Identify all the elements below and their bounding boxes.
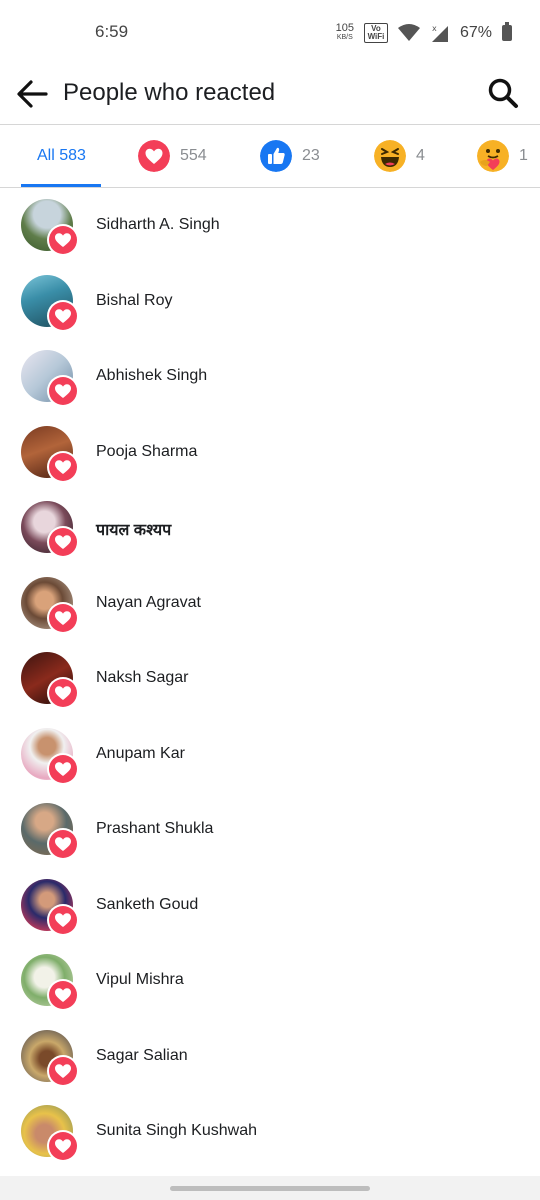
cell-signal-icon: x <box>431 24 448 42</box>
list-item[interactable]: Naksh Sagar <box>0 641 540 717</box>
back-button[interactable] <box>14 76 50 112</box>
like-reaction-icon <box>260 140 292 172</box>
love-badge-icon <box>47 224 79 256</box>
network-speed-unit: KB/S <box>336 34 353 41</box>
tab-love[interactable]: 554 <box>138 125 207 187</box>
status-bar: 6:59 105 KB/S Vo WiFi x 67% <box>0 0 540 66</box>
love-badge-icon <box>47 1130 79 1162</box>
list-item[interactable]: Anupam Kar <box>0 717 540 793</box>
network-speed: 105 KB/S <box>335 22 354 42</box>
list-item[interactable]: Sidharth A. Singh <box>0 188 540 264</box>
list-item[interactable]: Sanketh Goud <box>0 868 540 944</box>
person-name[interactable]: Vipul Mishra <box>96 971 184 989</box>
svg-text:x: x <box>432 24 437 33</box>
love-badge-icon <box>47 450 79 483</box>
person-name[interactable]: Naksh Sagar <box>96 669 189 687</box>
battery-percent: 67% <box>459 24 492 41</box>
person-name[interactable]: पायल कश्यप <box>96 518 171 540</box>
tab-care[interactable]: 1 <box>477 125 528 187</box>
tab-like-count: 23 <box>302 147 320 164</box>
status-icons: 105 KB/S Vo WiFi x 67% <box>336 20 512 46</box>
list-item[interactable]: Sagar Salian <box>0 1019 540 1095</box>
page-title: People who reacted <box>63 79 276 106</box>
love-badge-icon <box>47 903 79 936</box>
love-badge-icon <box>47 526 79 558</box>
love-reaction-icon <box>138 140 170 172</box>
person-name[interactable]: Sanketh Goud <box>96 896 198 914</box>
list-item[interactable]: Sunita Singh Kushwah <box>0 1094 540 1170</box>
list-item[interactable]: पायल कश्यप <box>0 490 540 566</box>
people-list: Sidharth A. Singh Bishal Roy Abhishek Si… <box>0 188 540 1170</box>
vowifi-line2: WiFi <box>367 32 385 41</box>
love-badge-icon <box>47 299 79 332</box>
list-item[interactable]: Bishal Roy <box>0 264 540 340</box>
person-name[interactable]: Prashant Shukla <box>96 820 213 838</box>
tab-care-count: 1 <box>519 147 528 164</box>
vowifi-icon: Vo WiFi <box>363 23 388 43</box>
love-badge-icon <box>47 828 79 860</box>
search-icon <box>488 78 518 108</box>
person-name[interactable]: Sagar Salian <box>96 1047 188 1065</box>
love-badge-icon <box>47 375 79 407</box>
haha-reaction-icon <box>374 140 406 172</box>
person-name[interactable]: Abhishek Singh <box>96 367 207 385</box>
search-button[interactable] <box>486 76 520 110</box>
love-badge-icon <box>47 677 79 709</box>
battery-icon <box>502 22 512 41</box>
back-arrow-icon <box>17 80 48 108</box>
love-badge-icon <box>47 1054 79 1087</box>
reaction-tabs: All 583 554 23 4 1 <box>0 125 540 187</box>
tab-like[interactable]: 23 <box>260 125 320 187</box>
person-name[interactable]: Anupam Kar <box>96 745 185 763</box>
list-item[interactable]: Vipul Mishra <box>0 943 540 1019</box>
person-name[interactable]: Nayan Agravat <box>96 594 201 612</box>
tab-all-label: All 583 <box>37 147 86 164</box>
list-item[interactable]: Abhishek Singh <box>0 339 540 415</box>
network-speed-value: 105 <box>335 22 354 34</box>
home-indicator[interactable] <box>170 1186 370 1191</box>
status-time: 6:59 <box>95 22 129 41</box>
list-item[interactable]: Nayan Agravat <box>0 566 540 642</box>
tab-love-count: 554 <box>180 147 207 164</box>
person-name[interactable]: Pooja Sharma <box>96 443 197 461</box>
person-name[interactable]: Sunita Singh Kushwah <box>96 1122 257 1140</box>
person-name[interactable]: Bishal Roy <box>96 292 172 310</box>
tab-haha[interactable]: 4 <box>374 125 425 187</box>
person-name[interactable]: Sidharth A. Singh <box>96 216 220 234</box>
app-header: People who reacted <box>0 66 540 124</box>
love-badge-icon <box>47 979 79 1011</box>
love-badge-icon <box>47 601 79 634</box>
tab-haha-count: 4 <box>416 147 425 164</box>
list-item[interactable]: Prashant Shukla <box>0 792 540 868</box>
love-badge-icon <box>47 752 79 785</box>
list-item[interactable]: Pooja Sharma <box>0 415 540 491</box>
tab-all[interactable]: All 583 <box>37 125 86 187</box>
care-reaction-icon <box>477 140 509 172</box>
wifi-icon <box>397 24 420 41</box>
